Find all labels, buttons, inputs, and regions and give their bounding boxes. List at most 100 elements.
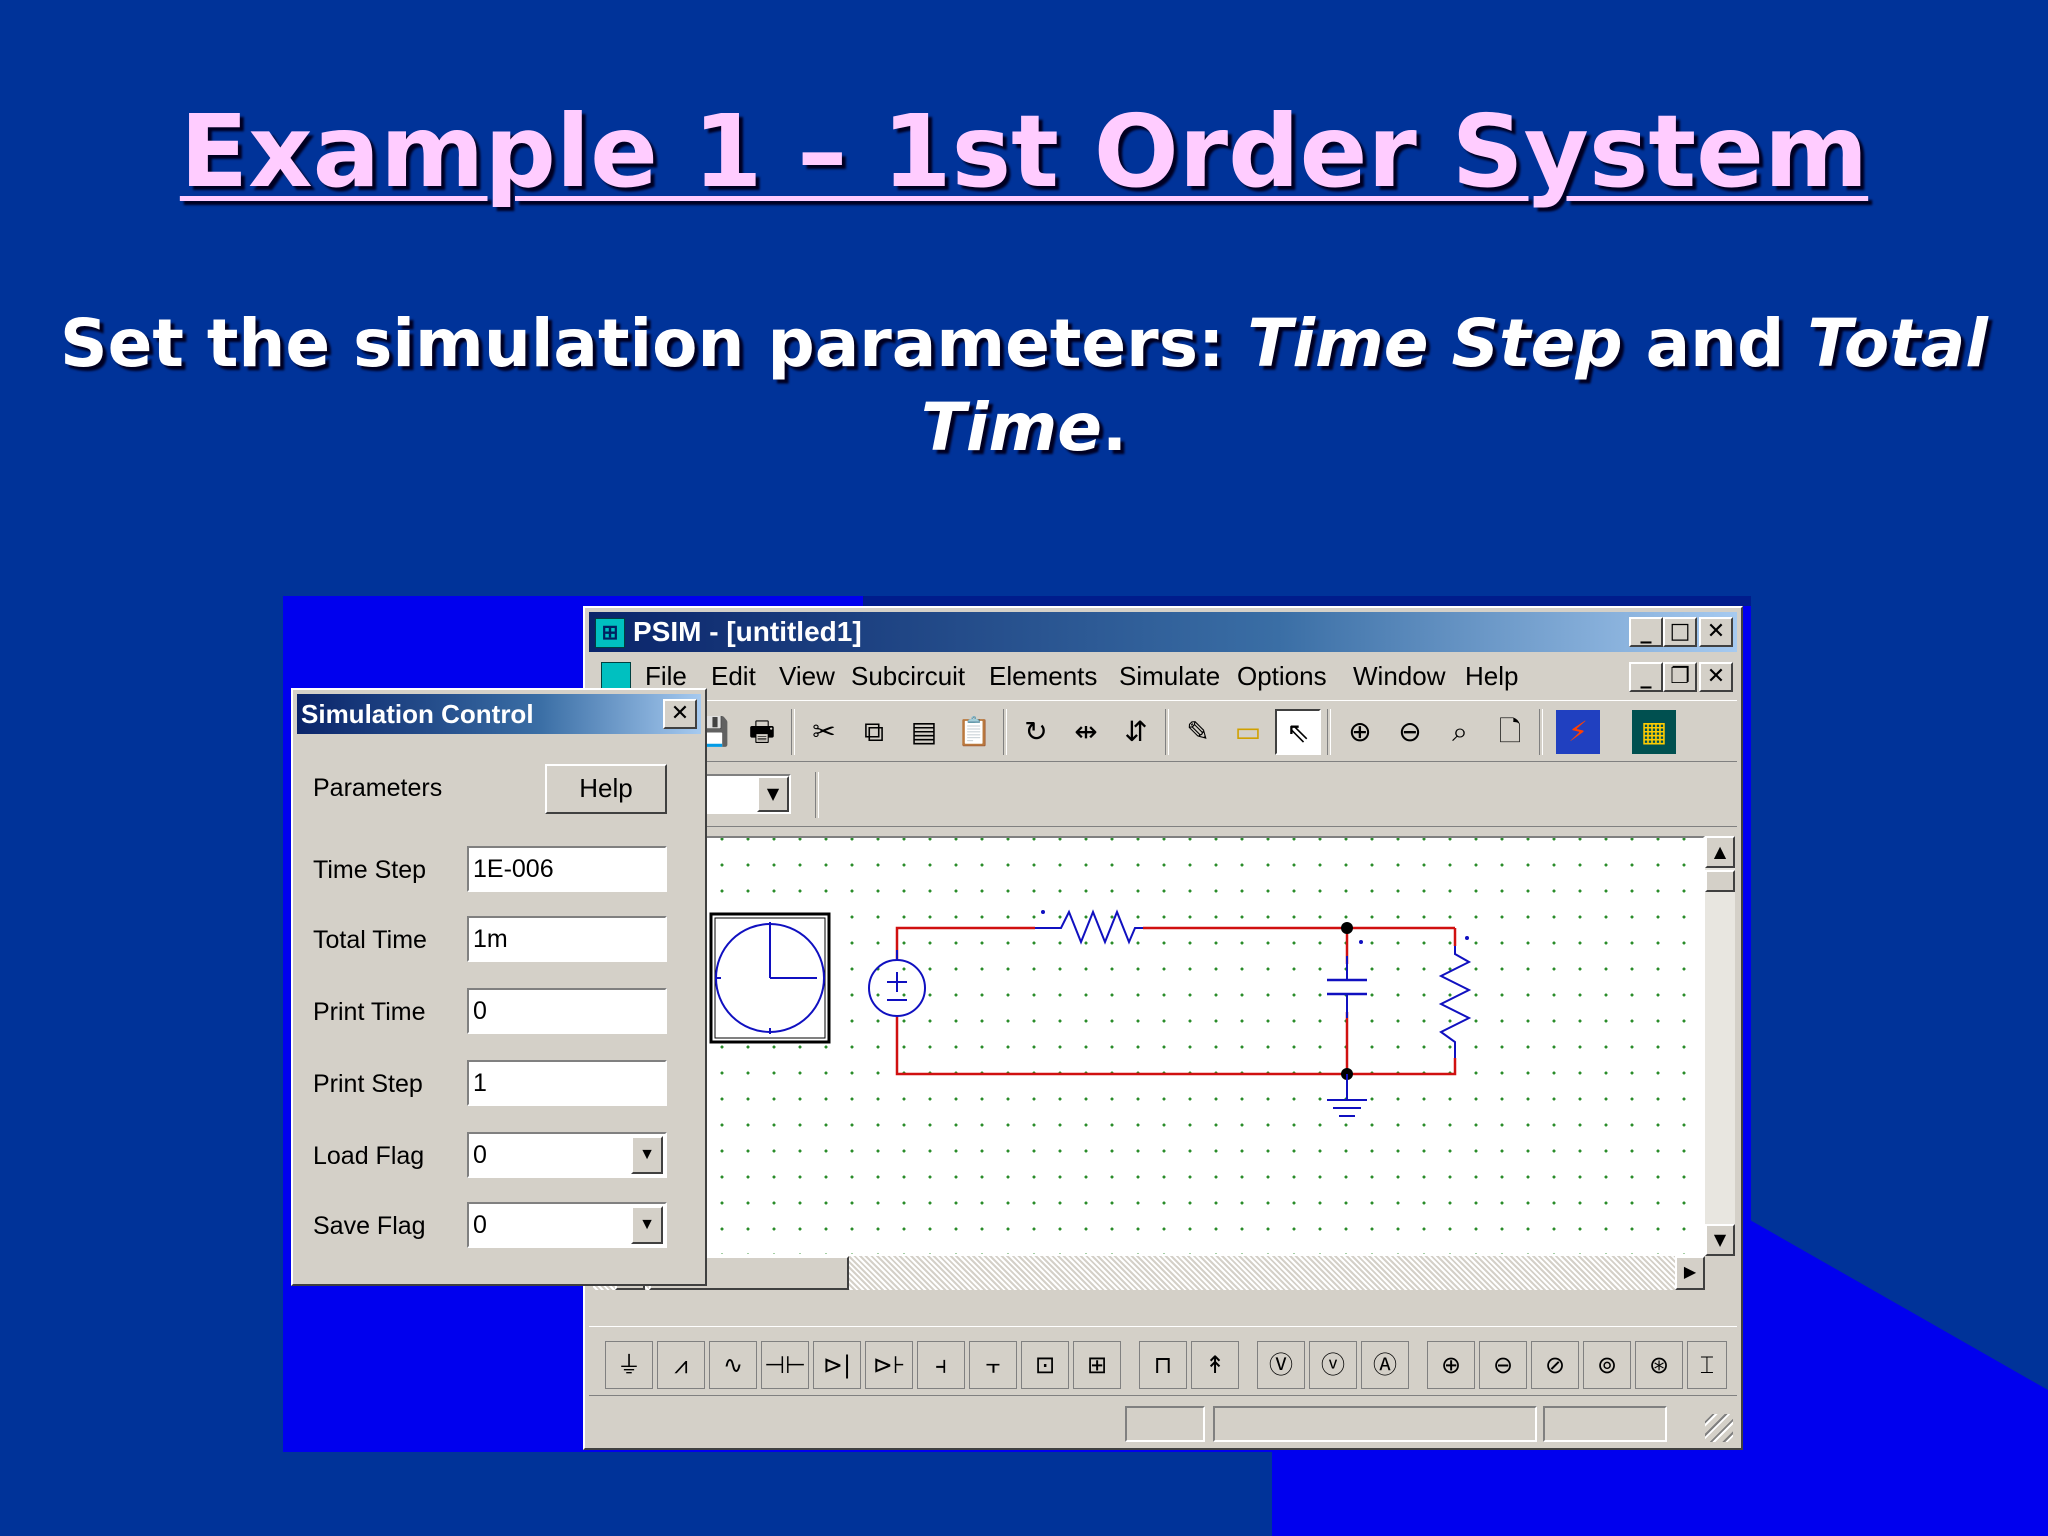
vertical-scrollbar[interactable]: ▲ ▼ <box>1705 836 1735 1256</box>
menu-elements[interactable]: Elements <box>989 656 1097 696</box>
voltage-probe-icon[interactable]: ⓥ <box>1309 1341 1357 1389</box>
voltage-source[interactable] <box>868 950 926 1017</box>
total-time-field[interactable]: 1m <box>467 916 667 962</box>
menu-options[interactable]: Options <box>1237 656 1327 696</box>
scroll-up-icon[interactable]: ▲ <box>1705 836 1735 868</box>
zoom-in-icon[interactable]: ⊕ <box>1337 709 1383 755</box>
status-bar <box>589 1402 1737 1446</box>
paste-icon[interactable]: ▤ <box>901 709 947 755</box>
dialog-close-icon[interactable]: ✕ <box>663 699 697 729</box>
help-button[interactable]: Help <box>545 764 667 814</box>
toolbar-separator <box>791 709 795 755</box>
psim-window-title: PSIM - [untitled1] <box>633 616 862 647</box>
save-flag-label: Save Flag <box>313 1212 426 1240</box>
schematic-canvas[interactable] <box>593 836 1705 1256</box>
copy-icon[interactable]: ⧉ <box>851 709 897 755</box>
menu-window[interactable]: Window <box>1353 656 1445 696</box>
igbt-icon[interactable]: ⫞ <box>917 1341 965 1389</box>
subtitle-text-2: and <box>1622 305 1808 382</box>
save-flag-value: 0 <box>473 1211 487 1239</box>
simulation-control-dialog: Simulation Control ✕ Parameters Help Tim… <box>291 688 707 1286</box>
vertical-scroll-thumb[interactable] <box>1705 870 1735 892</box>
schematic-drawing <box>709 909 1472 1117</box>
ac-source-2-icon[interactable]: ⊘ <box>1531 1341 1579 1389</box>
flip-lr-icon[interactable]: ⇹ <box>1063 709 1109 755</box>
page-icon[interactable]: 🗋 <box>1487 709 1533 755</box>
scroll-right-icon[interactable]: ▶ <box>1675 1256 1705 1290</box>
doc-minimize-icon[interactable]: _ <box>1629 662 1663 692</box>
menu-bar: File Edit View Subcircuit Elements Simul… <box>589 656 1737 696</box>
simulate-icon[interactable]: ⚡ <box>1555 709 1601 755</box>
simview-icon[interactable]: ▦ <box>1631 709 1677 755</box>
voltmeter-icon[interactable]: Ⓥ <box>1257 1341 1305 1389</box>
screenshot-image: ⊞ PSIM - [untitled1] _ □ ✕ File Edit Vie… <box>283 596 1751 1452</box>
switch-icon[interactable]: ⊡ <box>1021 1341 1069 1389</box>
load-flag-select[interactable]: 0 ▼ <box>467 1132 667 1178</box>
clipboard-icon[interactable]: 📋 <box>951 709 997 755</box>
status-pane <box>1125 1406 1205 1442</box>
resize-grip-icon[interactable] <box>1705 1414 1733 1442</box>
load-resistor[interactable] <box>1438 936 1472 1058</box>
extra-icon[interactable]: ⌶ <box>1687 1341 1727 1389</box>
current-source-icon[interactable]: ⊚ <box>1583 1341 1631 1389</box>
ground-symbol[interactable] <box>1327 1074 1367 1117</box>
diode-icon[interactable]: ⊳| <box>813 1341 861 1389</box>
close-icon[interactable]: ✕ <box>1699 617 1733 647</box>
gto-icon[interactable]: ⊞ <box>1073 1341 1121 1389</box>
thyristor-icon[interactable]: ⊳⊦ <box>865 1341 913 1389</box>
dialog-title-bar[interactable]: Simulation Control ✕ <box>297 694 701 734</box>
doc-close-icon[interactable]: ✕ <box>1699 662 1733 692</box>
chevron-down-icon[interactable]: ▼ <box>631 1206 663 1244</box>
menu-subcircuit[interactable]: Subcircuit <box>851 656 965 696</box>
label-icon[interactable]: ▭ <box>1225 709 1271 755</box>
maximize-icon[interactable]: □ <box>1663 617 1697 647</box>
print-time-field[interactable]: 0 <box>467 988 667 1034</box>
ac-source-icon[interactable]: ⊖ <box>1479 1341 1527 1389</box>
probe-icon[interactable]: ↟ <box>1191 1341 1239 1389</box>
mosfet-icon[interactable]: ⫟ <box>969 1341 1017 1389</box>
psim-app-icon[interactable]: ⊞ <box>595 618 625 648</box>
psim-title-bar[interactable]: ⊞ PSIM - [untitled1] _ □ ✕ <box>589 612 1737 652</box>
circuit-wires <box>895 926 1457 1076</box>
print-step-label: Print Step <box>313 1070 423 1098</box>
series-resistor[interactable] <box>1035 909 1143 945</box>
toolbar-separator <box>1327 709 1331 755</box>
phase-source-icon[interactable]: ⊛ <box>1635 1341 1683 1389</box>
chevron-down-icon[interactable]: ▼ <box>757 776 789 812</box>
parameters-label: Parameters <box>313 774 443 802</box>
doc-restore-icon[interactable]: ❐ <box>1663 662 1697 692</box>
select-arrow-icon[interactable]: ⇖ <box>1275 709 1321 755</box>
load-flag-label: Load Flag <box>313 1142 425 1170</box>
inductor-icon[interactable]: ∿ <box>709 1341 757 1389</box>
print-icon[interactable]: 🖶 <box>739 709 785 755</box>
rotate-icon[interactable]: ↻ <box>1013 709 1059 755</box>
menu-edit[interactable]: Edit <box>711 656 756 696</box>
toolbar-separator <box>1539 709 1543 755</box>
psim-window: ⊞ PSIM - [untitled1] _ □ ✕ File Edit Vie… <box>583 606 1743 1450</box>
block-icon[interactable]: ⊓ <box>1139 1341 1187 1389</box>
flip-tb-icon[interactable]: ⇵ <box>1113 709 1159 755</box>
slide-title: Example 1 – 1st Order System <box>179 93 1869 210</box>
menu-simulate[interactable]: Simulate <box>1119 656 1220 696</box>
menu-help[interactable]: Help <box>1465 656 1518 696</box>
capacitor-icon[interactable]: ⊣⊢ <box>761 1341 809 1389</box>
ammeter-icon[interactable]: Ⓐ <box>1361 1341 1409 1389</box>
resistor-icon[interactable]: ⩘ <box>657 1341 705 1389</box>
minimize-icon[interactable]: _ <box>1629 617 1663 647</box>
save-flag-select[interactable]: 0 ▼ <box>467 1202 667 1248</box>
zoom-out-icon[interactable]: ⊖ <box>1387 709 1433 755</box>
zoom-fit-icon[interactable]: ⌕ <box>1437 709 1483 755</box>
scroll-down-icon[interactable]: ▼ <box>1705 1224 1735 1256</box>
print-step-field[interactable]: 1 <box>467 1060 667 1106</box>
node-dot <box>1341 922 1353 934</box>
chevron-down-icon[interactable]: ▼ <box>631 1136 663 1174</box>
time-step-label: Time Step <box>313 856 427 884</box>
wire-pencil-icon[interactable]: ✎ <box>1175 709 1221 755</box>
time-step-field[interactable]: 1E-006 <box>467 846 667 892</box>
cut-icon[interactable]: ✂ <box>801 709 847 755</box>
menu-view[interactable]: View <box>779 656 835 696</box>
dc-source-icon[interactable]: ⊕ <box>1427 1341 1475 1389</box>
horizontal-scrollbar[interactable]: ◀ ▶ <box>593 1256 1705 1290</box>
toolbar-separator <box>1003 709 1007 755</box>
ground-icon[interactable]: ⏚ <box>605 1341 653 1389</box>
